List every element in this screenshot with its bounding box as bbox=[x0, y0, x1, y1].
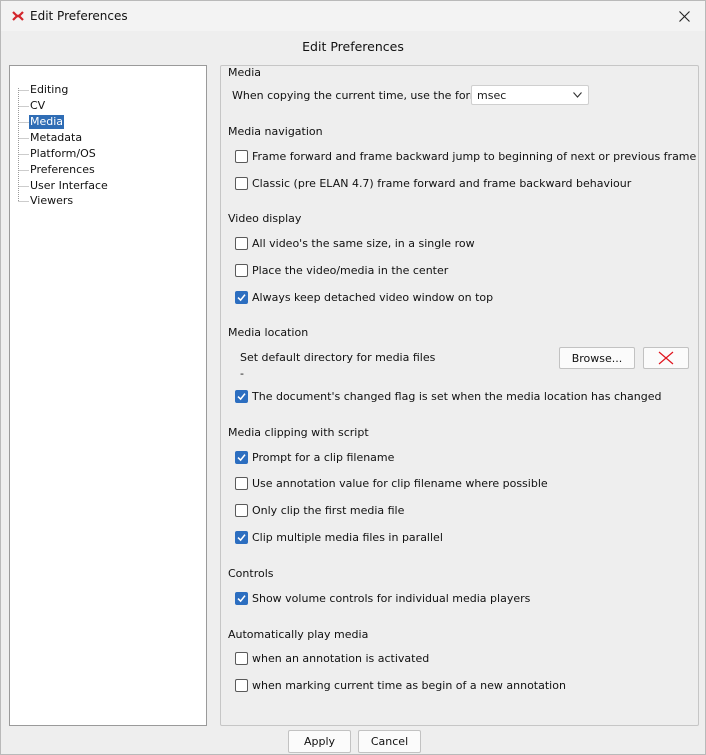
cancel-button[interactable]: Cancel bbox=[358, 730, 421, 753]
default-directory-label: Set default directory for media files bbox=[240, 351, 436, 364]
video-on-top-label[interactable]: Always keep detached video window on top bbox=[252, 291, 493, 304]
video-display-heading: Video display bbox=[228, 212, 302, 225]
frame-jump-checkbox[interactable] bbox=[235, 150, 248, 163]
time-format-select[interactable]: msec bbox=[471, 85, 589, 105]
tree-item-viewers[interactable]: Viewers bbox=[29, 194, 74, 208]
panel-legend: Media bbox=[227, 66, 263, 79]
prompt-clip-filename-label[interactable]: Prompt for a clip filename bbox=[252, 451, 394, 464]
copy-time-format-label: When copying the current time, use the f… bbox=[232, 89, 492, 102]
preferences-window: Edit Preferences Edit Preferences Editin… bbox=[0, 0, 706, 755]
close-button[interactable] bbox=[663, 1, 705, 31]
chevron-down-icon bbox=[573, 92, 582, 98]
apply-button[interactable]: Apply bbox=[288, 730, 351, 753]
media-location-heading: Media location bbox=[228, 326, 309, 339]
autoplay-heading: Automatically play media bbox=[228, 628, 369, 641]
media-clipping-heading: Media clipping with script bbox=[228, 426, 369, 439]
video-on-top-checkbox[interactable] bbox=[235, 291, 248, 304]
default-directory-value: - bbox=[240, 367, 244, 380]
center-video-label[interactable]: Place the video/media in the center bbox=[252, 264, 448, 277]
annotation-value-filename-checkbox[interactable] bbox=[235, 477, 248, 490]
annotation-value-filename-label[interactable]: Use annotation value for clip filename w… bbox=[252, 477, 548, 490]
close-icon bbox=[678, 10, 690, 22]
checkmark-icon bbox=[237, 393, 246, 401]
clip-first-only-label[interactable]: Only clip the first media file bbox=[252, 504, 404, 517]
changed-flag-checkbox[interactable] bbox=[235, 390, 248, 403]
clip-parallel-label[interactable]: Clip multiple media files in parallel bbox=[252, 531, 443, 544]
clear-x-icon bbox=[658, 351, 674, 365]
clip-first-only-checkbox[interactable] bbox=[235, 504, 248, 517]
frame-jump-label[interactable]: Frame forward and frame backward jump to… bbox=[252, 150, 696, 163]
autoplay-activate-label[interactable]: when an annotation is activated bbox=[252, 652, 429, 665]
same-size-videos-checkbox[interactable] bbox=[235, 237, 248, 250]
prompt-clip-filename-checkbox[interactable] bbox=[235, 451, 248, 464]
same-size-videos-label[interactable]: All video's the same size, in a single r… bbox=[252, 237, 475, 250]
dialog-heading: Edit Preferences bbox=[302, 39, 404, 54]
autoplay-mark-checkbox[interactable] bbox=[235, 679, 248, 692]
media-navigation-heading: Media navigation bbox=[228, 125, 323, 138]
volume-controls-label[interactable]: Show volume controls for individual medi… bbox=[252, 592, 530, 605]
tree-item-preferences[interactable]: Preferences bbox=[29, 163, 96, 177]
volume-controls-checkbox[interactable] bbox=[235, 592, 248, 605]
autoplay-mark-label[interactable]: when marking current time as begin of a … bbox=[252, 679, 566, 692]
category-tree[interactable]: Editing CV Media Metadata Platform/OS Pr… bbox=[9, 65, 207, 726]
checkmark-icon bbox=[237, 454, 246, 462]
tree-item-platform-os[interactable]: Platform/OS bbox=[29, 147, 97, 161]
classic-navigation-checkbox[interactable] bbox=[235, 177, 248, 190]
tree-item-editing[interactable]: Editing bbox=[29, 83, 69, 97]
center-video-checkbox[interactable] bbox=[235, 264, 248, 277]
browse-button[interactable]: Browse... bbox=[559, 347, 635, 369]
changed-flag-label[interactable]: The document's changed flag is set when … bbox=[252, 390, 661, 403]
title-bar[interactable]: Edit Preferences bbox=[1, 1, 705, 31]
tree-item-user-interface[interactable]: User Interface bbox=[29, 179, 109, 193]
elan-logo-icon bbox=[12, 11, 24, 21]
checkmark-icon bbox=[237, 595, 246, 603]
autoplay-activate-checkbox[interactable] bbox=[235, 652, 248, 665]
clear-directory-button[interactable] bbox=[643, 347, 689, 369]
checkmark-icon bbox=[237, 294, 246, 302]
classic-navigation-label[interactable]: Classic (pre ELAN 4.7) frame forward and… bbox=[252, 177, 631, 190]
clip-parallel-checkbox[interactable] bbox=[235, 531, 248, 544]
controls-heading: Controls bbox=[228, 567, 274, 580]
window-title: Edit Preferences bbox=[30, 9, 128, 23]
checkmark-icon bbox=[237, 534, 246, 542]
tree-item-media[interactable]: Media bbox=[29, 115, 65, 129]
time-format-value: msec bbox=[477, 89, 507, 102]
tree-item-metadata[interactable]: Metadata bbox=[29, 131, 83, 145]
tree-item-cv[interactable]: CV bbox=[29, 99, 46, 113]
